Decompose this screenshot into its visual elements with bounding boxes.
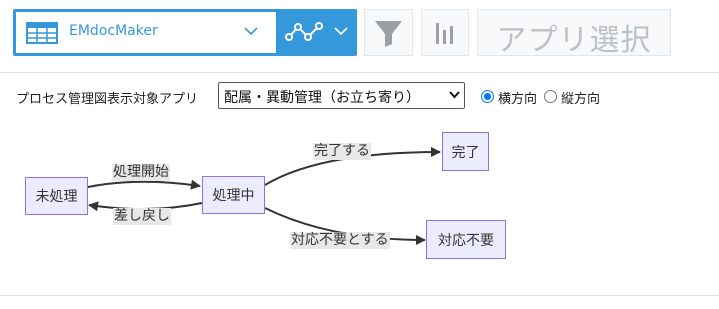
node-unprocessed: 未処理 (25, 177, 88, 215)
table-icon (26, 22, 58, 44)
diagram-edges (87, 147, 441, 245)
edge-start-processing (87, 179, 201, 190)
graph-menu-button[interactable] (277, 9, 357, 56)
edge-label-not-required: 対応不要とする (290, 232, 390, 249)
chevron-down-icon (449, 91, 460, 99)
app-select-button[interactable]: アプリ選択 (477, 9, 671, 58)
chevron-down-icon (244, 27, 258, 36)
vertical-radio[interactable] (544, 90, 557, 103)
filter-icon (375, 21, 402, 47)
horizontal-radio[interactable] (481, 90, 494, 103)
view-dropdown[interactable]: EMdocMaker (16, 12, 276, 53)
view-name: EMdocMaker (69, 23, 158, 39)
edge-label-start-processing: 処理開始 (112, 164, 170, 181)
divider (0, 295, 719, 296)
bar-chart-icon (436, 23, 453, 44)
edge-label-complete: 完了する (313, 143, 371, 160)
horizontal-label[interactable]: 横方向 (498, 88, 537, 107)
chevron-down-icon (334, 27, 348, 36)
node-not-required: 対応不要 (426, 220, 506, 259)
target-app-label: プロセス管理図表示対象アプリ (16, 92, 199, 107)
chart-button[interactable] (421, 9, 469, 56)
target-app-value: 配属・異動管理（お立ち寄り） (224, 90, 420, 106)
toolbar: EMdocMaker アプリ選択 (0, 0, 719, 73)
filter-button[interactable] (364, 9, 413, 56)
target-app-select[interactable]: 配属・異動管理（お立ち寄り） (218, 82, 465, 109)
graph-icon (285, 22, 323, 41)
vertical-label[interactable]: 縦方向 (561, 88, 600, 107)
node-completed: 完了 (442, 132, 489, 171)
process-diagram: 未処理 処理中 完了 対応不要 処理開始 差し戻し 完了する 対応不要とする (0, 115, 719, 285)
controls-row: プロセス管理図表示対象アプリ 配属・異動管理（お立ち寄り） 横方向 縦方向 (16, 82, 716, 110)
edge-label-send-back: 差し戻し (113, 208, 171, 225)
view-selector: EMdocMaker (13, 9, 357, 56)
app-select-label: アプリ選択 (496, 23, 652, 58)
node-processing: 処理中 (202, 176, 265, 214)
